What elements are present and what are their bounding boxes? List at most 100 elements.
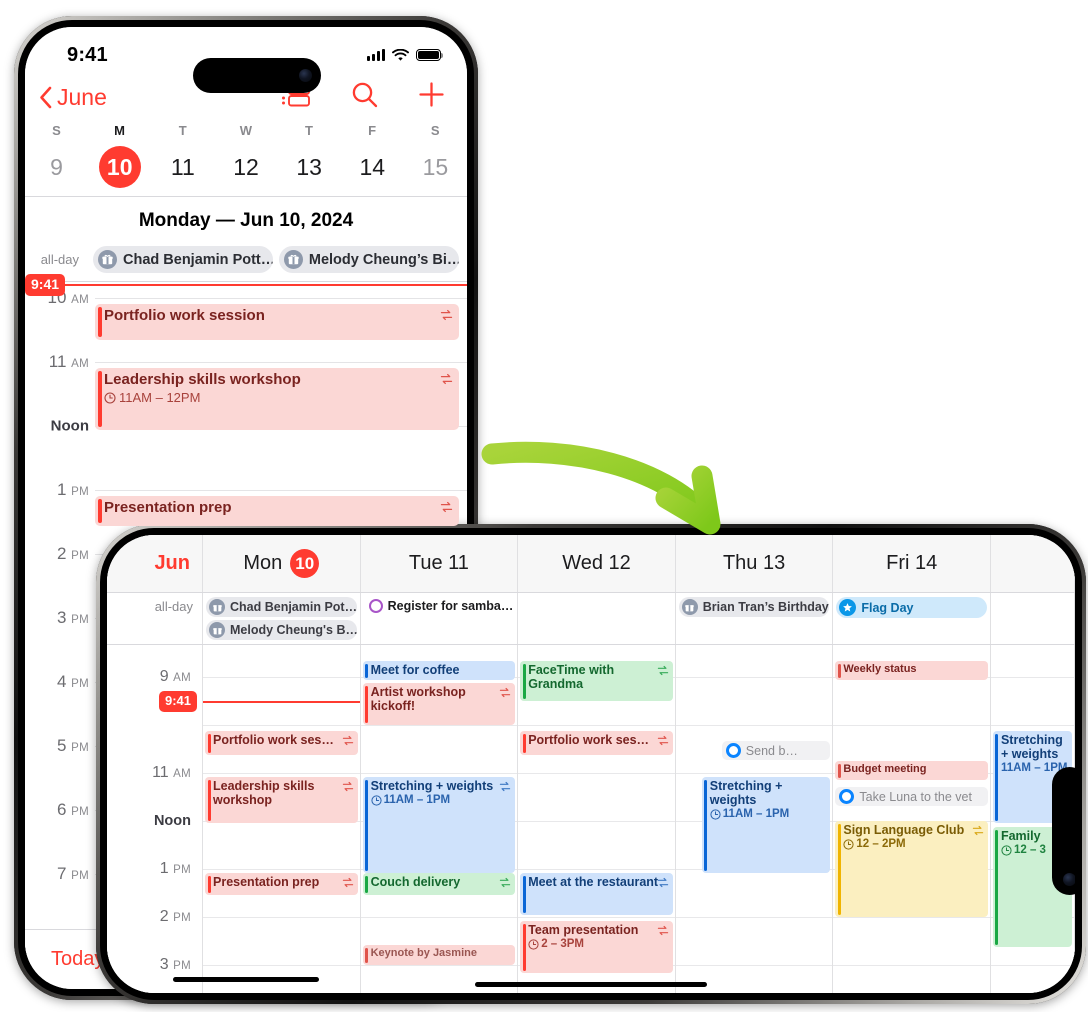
chip-label: Flag Day (861, 600, 914, 615)
week-header: Jun Mon 10 Tue 11 Wed 12 Thu 13 Fri 14 (107, 535, 1075, 593)
status-time: 9:41 (67, 43, 108, 66)
day-9[interactable]: 9 (25, 146, 88, 188)
gift-icon (681, 599, 698, 615)
task-label: Take Luna to the vet (859, 789, 972, 804)
event-presentation-prep[interactable]: Presentation prep (95, 496, 459, 526)
event-title: Team presentation (528, 923, 639, 937)
event-title: Stretching + weights (709, 779, 783, 807)
task-circle-icon[interactable] (839, 789, 855, 804)
home-indicator[interactable] (173, 977, 319, 982)
home-indicator[interactable] (475, 982, 707, 987)
event-budget-meeting[interactable]: Budget meeting (835, 761, 988, 780)
all-day-col-sat[interactable] (991, 593, 1075, 644)
event-portfolio-work-session[interactable]: Portfolio work ses… (520, 731, 673, 755)
day-column-wed[interactable]: FaceTime with Grandma Portfolio work ses… (518, 645, 676, 993)
all-day-event-melody[interactable]: Melody Cheung’s Bi… (278, 246, 459, 273)
back-to-month-button[interactable]: June (39, 84, 107, 111)
star-icon (839, 599, 857, 616)
all-day-event-flag-day[interactable]: Flag Day (836, 597, 987, 618)
repeat-icon (342, 779, 354, 797)
event-title: Presentation prep (104, 499, 232, 516)
day-column-thu[interactable]: Send b… Stretching + weights 11AM – 1PM (675, 645, 834, 993)
repeat-icon (499, 875, 511, 893)
event-meet-at-the-restaurant[interactable]: Meet at the restaurant (520, 873, 673, 915)
event-keynote-by-jasmine[interactable]: Keynote by Jasmine (362, 945, 516, 965)
day-column-fri[interactable]: Weekly status Budget meeting Take Luna t… (833, 645, 991, 993)
day-11[interactable]: 11 (151, 146, 214, 188)
task-circle-icon[interactable] (725, 743, 741, 758)
column-header-tue[interactable]: Tue 11 (361, 535, 519, 592)
event-time-label: 11AM – 1PM (722, 808, 790, 820)
event-sign-language-club[interactable]: Sign Language Club 12 – 2PM (835, 821, 988, 917)
task-take-luna-to-the-vet[interactable]: Take Luna to the vet (835, 787, 988, 806)
all-day-event-brian-birthday[interactable]: Brian Tran’s Birthday (678, 597, 830, 617)
day-13[interactable]: 13 (278, 146, 341, 188)
all-day-col-wed[interactable] (518, 593, 676, 644)
column-header-fri[interactable]: Fri 14 (833, 535, 991, 592)
reminder-register-for-samba[interactable]: Register for samba… (364, 597, 515, 615)
event-facetime-with-grandma[interactable]: FaceTime with Grandma (520, 661, 673, 701)
event-title: Presentation prep (213, 875, 320, 889)
hour-ampm: AM (71, 358, 89, 370)
day-15[interactable]: 15 (404, 146, 467, 188)
day-12[interactable]: 12 (214, 146, 277, 188)
event-weekly-status[interactable]: Weekly status (835, 661, 988, 680)
dynamic-island (193, 58, 321, 93)
event-title: Leadership skills workshop (104, 371, 301, 388)
reminder-circle-icon (368, 599, 383, 613)
chip-label: Register for samba… (387, 599, 514, 613)
event-portfolio-work-session[interactable]: Portfolio work ses… (205, 731, 358, 755)
chevron-left-icon (40, 86, 52, 108)
event-title: Stretching + weights (1000, 733, 1063, 761)
hour-label: 11 (48, 352, 67, 371)
event-couch-delivery[interactable]: Couch delivery (362, 873, 516, 895)
event-artist-workshop-kickoff[interactable]: Artist workshop kickoff! (362, 683, 516, 725)
dow-m: M (114, 123, 126, 138)
column-header-mon[interactable]: Mon 10 (203, 535, 361, 592)
all-day-col-mon[interactable]: Chad Benjamin Pot… Melody Cheung's B… (203, 593, 361, 644)
task-send-b[interactable]: Send b… (721, 741, 831, 760)
event-title: Artist workshop kickoff! (370, 685, 466, 713)
plus-icon[interactable] (418, 81, 445, 113)
column-header-thu[interactable]: Thu 13 (676, 535, 834, 592)
week-grid[interactable]: 9 AM 11 AM Noon 1 PM 2 PM 3 PM Portfolio (107, 645, 1075, 993)
day-14[interactable]: 14 (341, 146, 404, 188)
day-10-selected[interactable]: 10 (88, 146, 151, 188)
event-time-label: 2 – 3PM (541, 938, 585, 950)
front-camera-icon (299, 69, 312, 82)
hour-label: 1 (56, 480, 67, 499)
all-day-event-chad[interactable]: Chad Benjamin Pot… (206, 597, 357, 617)
event-stretching-weights[interactable]: Stretching + weights 11AM – 1PM (701, 777, 831, 873)
event-team-presentation[interactable]: Team presentation 2 – 3PM (520, 921, 673, 973)
repeat-icon (440, 500, 453, 518)
event-time-label: 12 – 2PM (856, 838, 906, 850)
clock-icon (710, 808, 721, 820)
event-leadership-skills-workshop[interactable]: Leadership skills workshop 11AM – 12PM (95, 368, 459, 430)
event-stretching-weights[interactable]: Stretching + weights 11AM – 1PM (362, 777, 516, 873)
clock-icon (371, 794, 382, 806)
event-time-label: 11AM – 12PM (119, 390, 201, 406)
event-portfolio-work-session[interactable]: Portfolio work session (95, 304, 459, 340)
week-view: Jun Mon 10 Tue 11 Wed 12 Thu 13 Fri 14 a… (107, 535, 1075, 993)
column-header-wed[interactable]: Wed 12 (518, 535, 676, 592)
clock-icon (1001, 844, 1012, 856)
month-label[interactable]: Jun (107, 535, 203, 592)
hour-label: Noon (153, 813, 191, 829)
event-presentation-prep[interactable]: Presentation prep (205, 873, 358, 895)
weekday-numbers: 9 10 11 12 13 14 15 (25, 146, 467, 188)
day-column-tue[interactable]: Meet for coffee Artist workshop kickoff!… (360, 645, 519, 993)
event-leadership-skills-workshop[interactable]: Leadership skills workshop (205, 777, 358, 823)
all-day-col-tue[interactable]: Register for samba… (361, 593, 519, 644)
all-day-col-thu[interactable]: Brian Tran’s Birthday (676, 593, 834, 644)
event-meet-for-coffee[interactable]: Meet for coffee (362, 661, 516, 680)
day-column-mon[interactable]: Portfolio work ses… Leadership skills wo… (159, 645, 361, 993)
event-title: Leadership skills workshop (213, 779, 315, 807)
all-day-event-melody[interactable]: Melody Cheung's B… (206, 620, 357, 640)
clock-icon (843, 838, 854, 850)
search-icon[interactable] (351, 81, 378, 113)
all-day-event-chad[interactable]: Chad Benjamin Pott… (93, 246, 273, 273)
hour-label: 5 (56, 736, 67, 755)
all-day-col-fri[interactable]: Flag Day (833, 593, 991, 644)
column-header-sat[interactable] (991, 535, 1075, 592)
current-time-line: 9:41 (25, 274, 467, 296)
